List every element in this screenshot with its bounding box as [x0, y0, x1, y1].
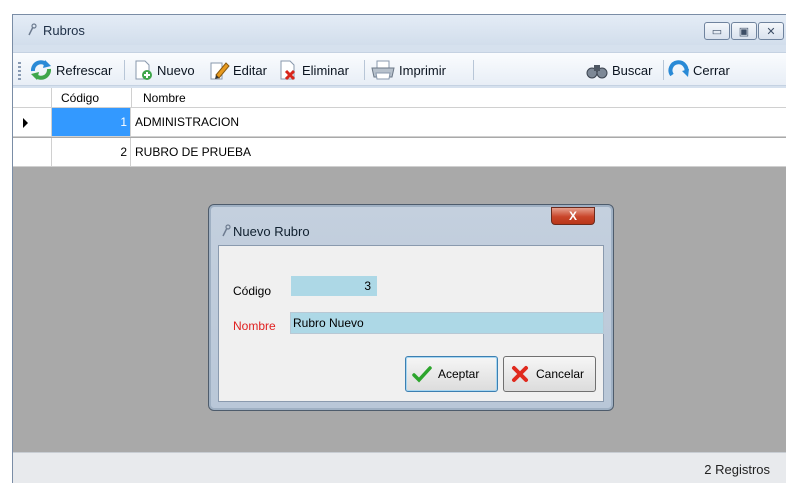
refresh-label: Refrescar [56, 62, 113, 78]
search-label: Buscar [612, 62, 653, 78]
search-button[interactable]: Buscar [585, 58, 652, 82]
cell-codigo[interactable]: 1 [52, 108, 131, 136]
dialog-close-button[interactable]: X [551, 207, 595, 225]
close-toolbar-label: Cerrar [693, 62, 730, 78]
toolbar-separator [473, 60, 474, 80]
maximize-button[interactable]: ▣ [731, 22, 757, 40]
binoculars-icon [586, 65, 608, 79]
maximize-icon: ▣ [738, 25, 750, 38]
exit-arrow-icon [668, 60, 689, 77]
toolbar-separator [124, 60, 125, 80]
title-bar[interactable]: Rubros ▭ ▣ ✕ [13, 15, 786, 45]
close-toolbar-button[interactable]: Cerrar [668, 58, 730, 82]
new-label: Nuevo [157, 62, 195, 78]
print-label: Imprimir [399, 62, 446, 78]
close-window-button[interactable]: ✕ [758, 22, 784, 40]
dialog-app-icon [222, 224, 231, 237]
new-button[interactable]: Nuevo [132, 58, 195, 82]
dialog-body: Código Nombre Aceptar Cancelar [218, 245, 604, 402]
cell-nombre[interactable]: RUBRO DE PRUEBA [135, 138, 251, 166]
column-header-nombre[interactable]: Nombre [143, 91, 186, 105]
record-count: 2 Registros [704, 462, 770, 477]
toolbar-separator [364, 60, 365, 80]
window-title: Rubros [43, 23, 85, 38]
current-row-arrow-icon [23, 118, 28, 128]
new-rubro-dialog: Nuevo Rubro X Código Nombre Aceptar Canc… [208, 204, 614, 411]
toolbar: Refrescar Nuevo Editar Eliminar Imprimir… [13, 52, 786, 86]
row-header[interactable] [13, 138, 52, 166]
minimize-icon: ▭ [711, 25, 723, 38]
table-row[interactable]: 2 RUBRO DE PRUEBA [13, 138, 786, 167]
nombre-field[interactable] [290, 312, 604, 334]
codigo-label: Código [233, 284, 272, 298]
nombre-label: Nombre [233, 319, 276, 333]
minimize-button[interactable]: ▭ [704, 22, 730, 40]
checkmark-icon [412, 366, 432, 383]
status-bar: 2 Registros [13, 452, 786, 483]
grid-header: Código Nombre [13, 88, 786, 108]
row-header[interactable] [13, 108, 52, 136]
edit-pencil-icon [210, 62, 230, 80]
table-row[interactable]: 1 ADMINISTRACION [13, 108, 786, 137]
edit-button[interactable]: Editar [208, 58, 267, 82]
print-button[interactable]: Imprimir [370, 58, 446, 82]
dialog-title: Nuevo Rubro [233, 224, 310, 239]
codigo-field[interactable] [291, 276, 377, 296]
app-icon [28, 23, 37, 36]
cancel-button[interactable]: Cancelar [503, 356, 596, 392]
cancel-x-icon [512, 366, 528, 382]
toolbar-separator [663, 60, 664, 80]
accept-label: Aceptar [438, 367, 480, 381]
delete-label: Eliminar [302, 62, 349, 78]
edit-label: Editar [233, 62, 267, 78]
refresh-icon [31, 60, 51, 80]
toolbar-grip[interactable] [18, 62, 21, 80]
printer-icon [371, 60, 395, 80]
window-controls: ▭ ▣ ✕ [704, 22, 784, 40]
row-header-corner[interactable] [13, 88, 52, 107]
new-document-icon [135, 60, 152, 80]
delete-button[interactable]: Eliminar [277, 58, 349, 82]
delete-document-icon [280, 60, 296, 81]
column-divider[interactable] [131, 88, 132, 108]
close-icon: ✕ [766, 25, 776, 38]
refresh-button[interactable]: Refrescar [29, 58, 112, 82]
cell-codigo[interactable]: 2 [52, 138, 131, 166]
cell-nombre[interactable]: ADMINISTRACION [135, 108, 239, 136]
cancel-label: Cancelar [536, 367, 585, 381]
close-icon: X [568, 209, 577, 223]
column-header-codigo[interactable]: Código [61, 91, 99, 105]
accept-button[interactable]: Aceptar [405, 356, 498, 392]
